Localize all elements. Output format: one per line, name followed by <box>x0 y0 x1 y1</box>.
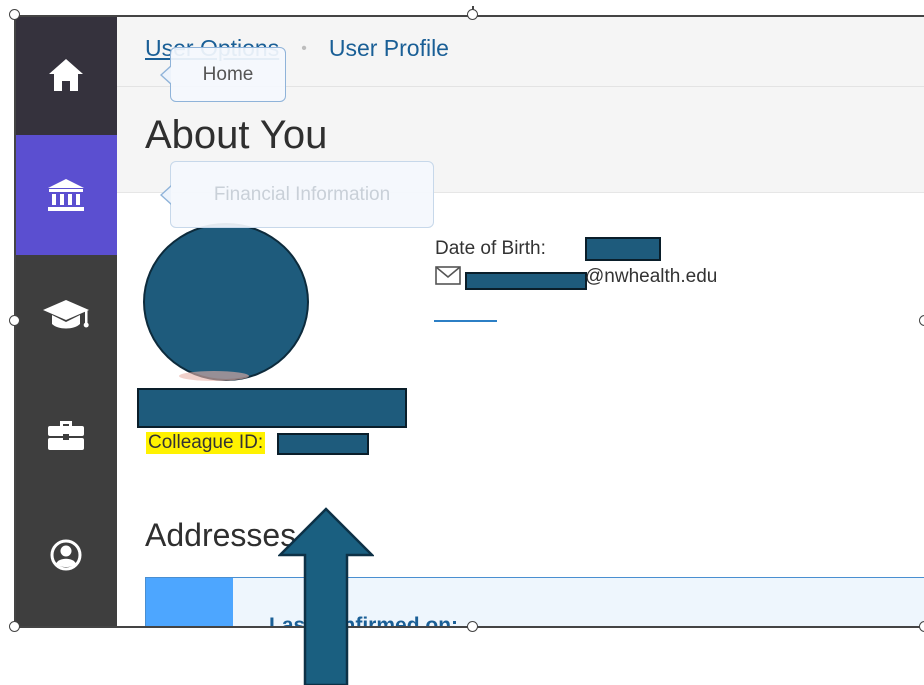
addresses-heading: Addresses <box>145 517 297 553</box>
breadcrumb-separator: • <box>301 39 307 57</box>
resize-handle-right[interactable] <box>919 315 924 326</box>
tab-underline <box>434 320 497 322</box>
financial-information-tooltip: Financial Information <box>170 161 434 228</box>
sidebar-item-user-profile[interactable] <box>15 495 117 615</box>
sidebar-item-home[interactable] <box>15 15 117 135</box>
sidebar-item-employment[interactable] <box>15 375 117 495</box>
user-circle-icon <box>50 539 82 571</box>
home-tooltip: Home <box>170 47 286 102</box>
email-domain[interactable]: @nwhealth.edu <box>585 266 717 288</box>
sidebar-item-academics[interactable] <box>15 255 117 375</box>
sidebar <box>15 15 117 627</box>
resize-handle-bottom-left[interactable] <box>9 621 20 632</box>
colleague-id-label: Colleague ID: <box>146 432 266 454</box>
resize-handle-bottom-right[interactable] <box>919 621 924 632</box>
address-card-accent <box>146 578 233 627</box>
breadcrumb-current: User Profile <box>328 35 449 61</box>
sidebar-item-financial[interactable] <box>15 135 117 255</box>
envelope-icon <box>435 266 461 285</box>
resize-handle-bottom[interactable] <box>467 621 478 632</box>
home-icon <box>49 59 83 91</box>
redacted-name <box>137 388 407 428</box>
email-row <box>435 266 461 285</box>
screenshot-frame: User Options • User Profile About You Co… <box>15 15 924 627</box>
address-card: Last confirmed on: <box>145 577 924 627</box>
resize-handle-top-left[interactable] <box>9 9 20 20</box>
redacted-colleague-id <box>277 433 369 455</box>
redacted-date-of-birth <box>585 237 661 261</box>
bank-icon <box>48 179 84 211</box>
resize-handle-left[interactable] <box>9 315 20 326</box>
redacted-email-user <box>465 272 587 290</box>
avatar-edge <box>179 371 249 381</box>
date-of-birth-label: Date of Birth: <box>435 238 546 259</box>
graduation-cap-icon <box>43 300 89 329</box>
avatar <box>143 223 309 381</box>
resize-handle-top[interactable] <box>467 9 478 20</box>
main-content: User Options • User Profile About You Co… <box>117 15 924 627</box>
page-title: About You <box>145 113 328 157</box>
annotation-arrow <box>278 507 374 685</box>
briefcase-icon <box>48 421 84 450</box>
